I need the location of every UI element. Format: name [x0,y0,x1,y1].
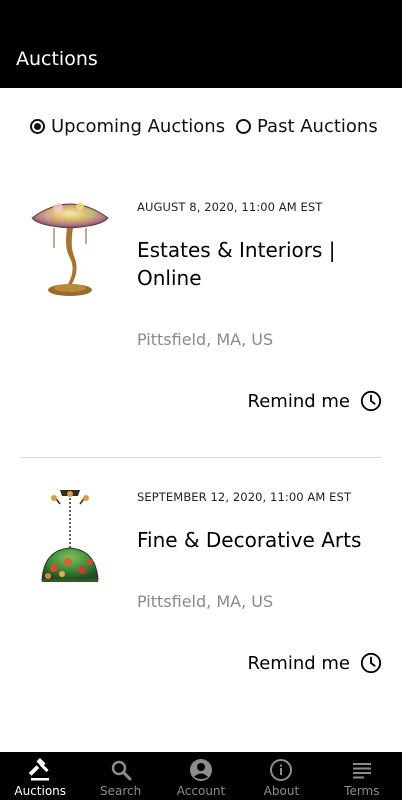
remind-me-label: Remind me [247,652,350,674]
nav-label: Terms [344,784,380,798]
account-icon [190,759,213,781]
page-title: Auctions [16,48,98,70]
radio-unchecked-icon [236,119,251,134]
card-divider [20,457,382,458]
nav-label: About [263,784,300,798]
auction-card[interactable]: AUGUST 8, 2020, 11:00 AM EST Estates & I… [0,180,402,458]
table-lamp-thumbnail [31,202,109,296]
nav-label: Search [99,784,142,798]
clock-icon [360,652,382,674]
nav-label: Auctions [14,784,67,798]
auction-title[interactable]: Fine & Decorative Arts [137,526,387,554]
auction-date: SEPTEMBER 12, 2020, 11:00 AM EST [137,490,352,504]
remind-me-label: Remind me [247,390,350,412]
auction-title[interactable]: Estates & Interiors | Online [137,236,387,292]
app-bar: Auctions [0,0,402,88]
upcoming-auctions-label: Upcoming Auctions [51,116,226,137]
past-auctions-radio[interactable]: Past Auctions [236,116,378,137]
remind-me-button[interactable]: Remind me [248,390,382,412]
nav-label: Account [176,784,226,798]
bottom-navigation: Auctions Search Account About Terms [0,752,402,800]
nav-auctions[interactable]: Auctions [0,752,80,800]
search-icon [111,760,132,781]
auction-date: AUGUST 8, 2020, 11:00 AM EST [137,200,323,214]
auction-filter: Upcoming Auctions Past Auctions [0,112,402,144]
auction-card[interactable]: SEPTEMBER 12, 2020, 11:00 AM EST Fine & … [0,470,402,720]
info-icon [270,759,293,781]
radio-checked-icon [30,119,45,134]
upcoming-auctions-radio[interactable]: Upcoming Auctions [30,116,225,137]
nav-terms[interactable]: Terms [322,752,402,800]
nav-about[interactable]: About [241,752,321,800]
remind-me-button[interactable]: Remind me [248,652,382,674]
terms-icon [352,763,371,779]
gavel-icon [28,758,50,781]
clock-icon [360,390,382,412]
hanging-lamp-thumbnail [41,490,99,582]
nav-search[interactable]: Search [80,752,160,800]
auction-location: Pittsfield, MA, US [137,330,274,349]
auction-location: Pittsfield, MA, US [137,592,274,611]
past-auctions-label: Past Auctions [257,116,378,137]
nav-account[interactable]: Account [161,752,241,800]
